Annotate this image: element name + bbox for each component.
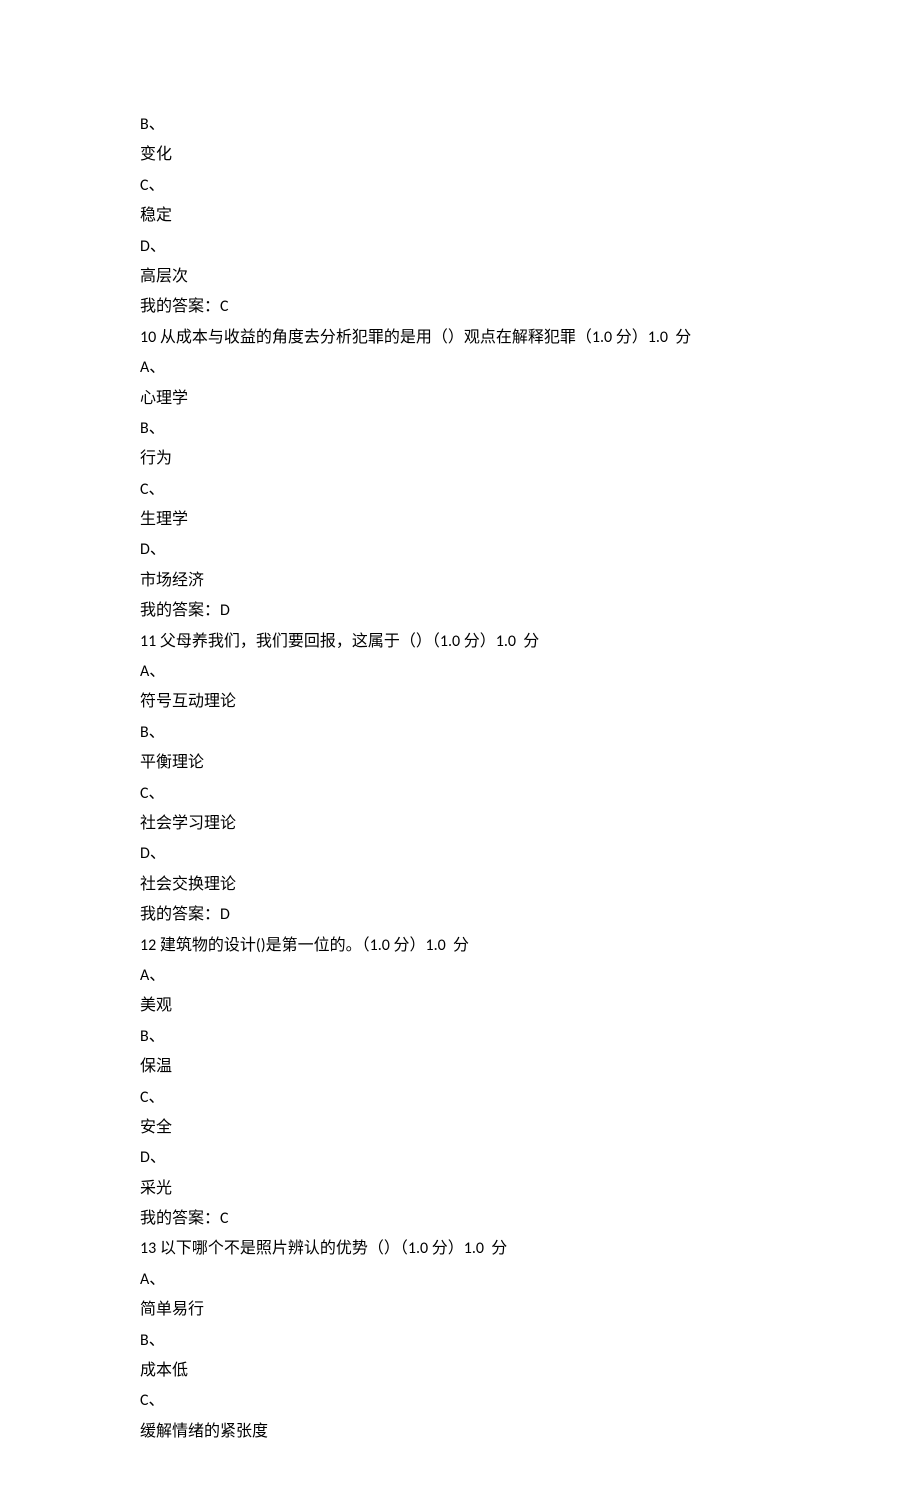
text-segment: 分 <box>523 633 539 650</box>
text-line: 市场经济 <box>140 566 780 596</box>
text-line: C、 <box>140 171 780 201</box>
text-segment: 我的答案： <box>140 298 220 315</box>
text-segment: 分） <box>432 1240 464 1257</box>
text-line: 美观 <box>140 991 780 1021</box>
text-line: B、 <box>140 110 780 140</box>
text-line: 11 父母养我们，我们要回报，这属于（）（1.0 分）1.0 分 <box>140 627 780 657</box>
text-line: C、 <box>140 1386 780 1416</box>
text-line: 保温 <box>140 1052 780 1082</box>
text-line: 12 建筑物的设计()是第一位的。（1.0 分）1.0 分 <box>140 931 780 961</box>
text-segment: 1.0 <box>592 328 616 347</box>
text-segment: 11 <box>140 632 160 651</box>
text-segment: 从成本与收益的角度去分析犯罪的是用（）观点在解释犯罪（ <box>160 329 592 346</box>
text-segment: 分） <box>464 633 496 650</box>
text-segment: 分） <box>616 329 648 346</box>
text-line: 13 以下哪个不是照片辨认的优势（）（1.0 分）1.0 分 <box>140 1234 780 1264</box>
text-line: A、 <box>140 1265 780 1295</box>
text-line: D、 <box>140 535 780 565</box>
text-line: 社会学习理论 <box>140 809 780 839</box>
text-segment: C <box>220 297 229 316</box>
text-segment: 1.0 <box>496 632 524 651</box>
text-segment: 1.0 <box>425 936 453 955</box>
text-line: 变化 <box>140 140 780 170</box>
text-line: C、 <box>140 779 780 809</box>
text-segment: 我的答案： <box>140 602 220 619</box>
text-segment: 12 <box>140 936 160 955</box>
text-segment: 建筑物的设计 <box>160 937 256 954</box>
text-line: D、 <box>140 839 780 869</box>
text-segment: 1.0 <box>440 632 464 651</box>
text-line: 行为 <box>140 444 780 474</box>
text-segment: 我的答案： <box>140 906 220 923</box>
document-page: B、变化C、稳定D、高层次我的答案：C10 从成本与收益的角度去分析犯罪的是用（… <box>0 0 920 1507</box>
text-segment: C <box>220 1209 229 1228</box>
text-line: D、 <box>140 1143 780 1173</box>
text-segment: 分 <box>491 1240 507 1257</box>
text-segment: 10 <box>140 328 160 347</box>
text-line: B、 <box>140 1022 780 1052</box>
text-segment: 分 <box>675 329 691 346</box>
text-segment: 分 <box>453 937 469 954</box>
text-segment: D <box>220 601 230 620</box>
text-line: 10 从成本与收益的角度去分析犯罪的是用（）观点在解释犯罪（1.0 分）1.0 … <box>140 323 780 353</box>
text-line: 采光 <box>140 1174 780 1204</box>
text-line: A、 <box>140 961 780 991</box>
text-line: 我的答案：C <box>140 1204 780 1234</box>
text-line: C、 <box>140 475 780 505</box>
text-line: 心理学 <box>140 384 780 414</box>
text-segment: D <box>220 905 230 924</box>
text-line: 平衡理论 <box>140 748 780 778</box>
text-segment: () <box>256 936 266 955</box>
text-line: 安全 <box>140 1113 780 1143</box>
text-segment: 1.0 <box>370 936 394 955</box>
text-line: 生理学 <box>140 505 780 535</box>
text-line: A、 <box>140 353 780 383</box>
text-line: 稳定 <box>140 201 780 231</box>
text-segment: 1.0 <box>408 1239 432 1258</box>
text-line: B、 <box>140 1326 780 1356</box>
text-segment: 以下哪个不是照片辨认的优势（）（ <box>160 1240 408 1257</box>
text-line: A、 <box>140 657 780 687</box>
text-line: 我的答案：D <box>140 900 780 930</box>
text-segment: 父母养我们，我们要回报，这属于（）（ <box>160 633 440 650</box>
text-line: D、 <box>140 232 780 262</box>
text-segment: 13 <box>140 1239 160 1258</box>
text-segment: 1.0 <box>464 1239 492 1258</box>
text-segment: 1.0 <box>648 328 676 347</box>
text-line: 成本低 <box>140 1356 780 1386</box>
text-segment: 是第一位的。（ <box>266 937 370 954</box>
text-line: 符号互动理论 <box>140 687 780 717</box>
text-segment: 我的答案： <box>140 1210 220 1227</box>
text-line: B、 <box>140 718 780 748</box>
text-line: 社会交换理论 <box>140 870 780 900</box>
text-line: B、 <box>140 414 780 444</box>
text-line: 高层次 <box>140 262 780 292</box>
text-line: 缓解情绪的紧张度 <box>140 1417 780 1447</box>
text-line: 我的答案：D <box>140 596 780 626</box>
text-line: 我的答案：C <box>140 292 780 322</box>
text-line: C、 <box>140 1083 780 1113</box>
text-line: 简单易行 <box>140 1295 780 1325</box>
text-segment: 分） <box>393 937 425 954</box>
